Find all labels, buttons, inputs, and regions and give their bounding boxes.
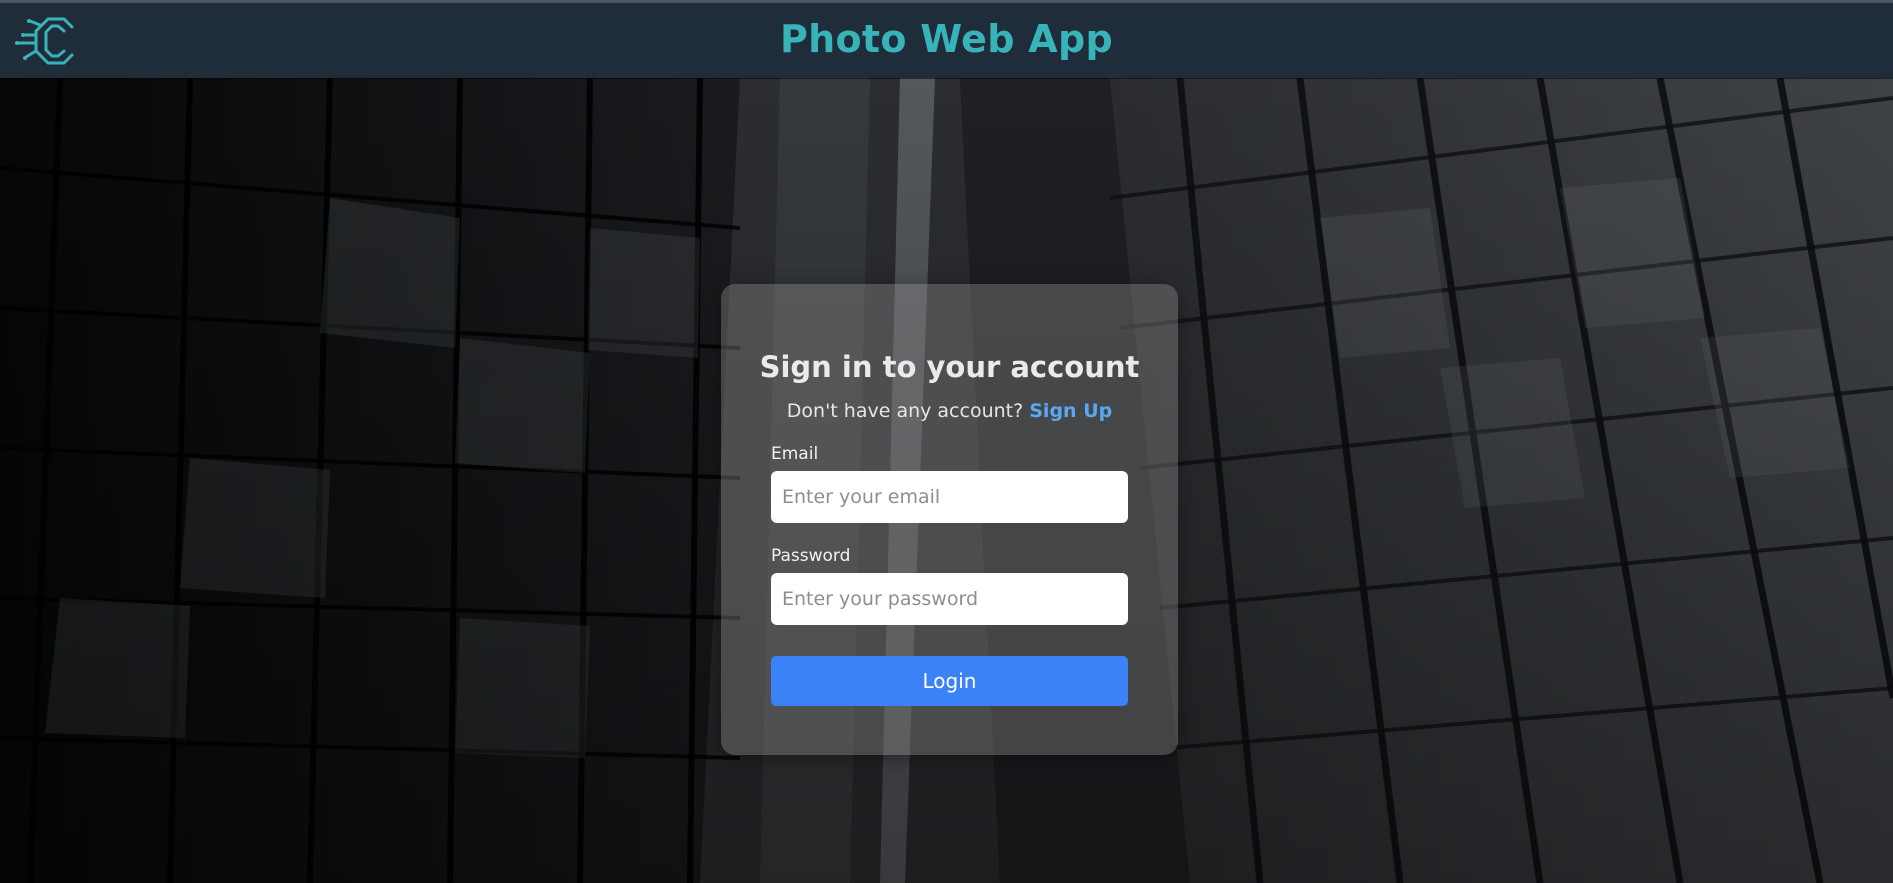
signup-prompt-line: Don't have any account? Sign Up: [721, 400, 1178, 422]
email-input[interactable]: [771, 471, 1128, 523]
signup-link[interactable]: Sign Up: [1029, 400, 1112, 422]
password-label: Password: [771, 546, 851, 566]
signup-prompt-text: Don't have any account?: [786, 400, 1024, 422]
navbar: Photo Web App: [0, 3, 1893, 78]
password-input[interactable]: [771, 573, 1128, 625]
card-title: Sign in to your account: [759, 350, 1140, 384]
email-label: Email: [771, 444, 819, 464]
login-button[interactable]: Login: [771, 656, 1128, 706]
app-title: Photo Web App: [780, 17, 1113, 61]
login-card: Sign in to your account Don't have any a…: [721, 284, 1178, 755]
